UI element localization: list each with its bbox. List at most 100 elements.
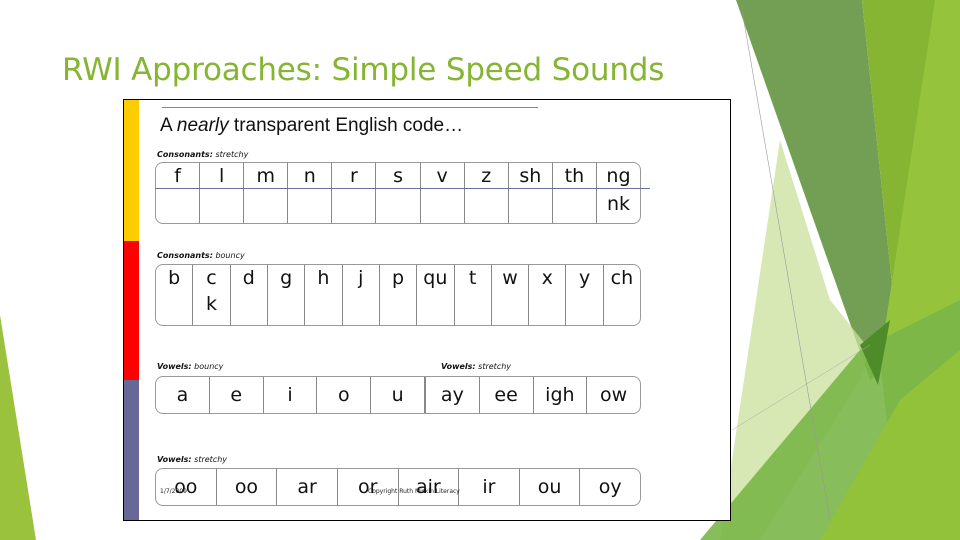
grid-vowels-bouncy: aeiou bbox=[156, 377, 424, 413]
sound-cell: qu bbox=[416, 265, 453, 325]
top-divider bbox=[162, 107, 538, 108]
sound-grapheme: a bbox=[176, 384, 189, 406]
sound-cell: sh bbox=[507, 163, 552, 223]
sound-cell: v bbox=[419, 163, 464, 223]
heading-emphasis: nearly bbox=[176, 115, 229, 136]
sound-cell: p bbox=[378, 265, 416, 325]
section-label-consonants-bouncy: Consonants: bouncy bbox=[157, 251, 245, 260]
red-color-strip bbox=[124, 241, 139, 380]
sound-grapheme: k bbox=[205, 293, 217, 315]
sound-grapheme: oo bbox=[174, 476, 198, 498]
left-green-wedge bbox=[0, 315, 36, 540]
sound-cell: ng nk bbox=[595, 163, 640, 223]
sound-grapheme: ee bbox=[494, 384, 518, 406]
sound-cell: h bbox=[304, 265, 341, 325]
sound-cell: f bbox=[156, 163, 199, 223]
sound-grapheme: nk bbox=[606, 193, 630, 215]
sound-grapheme: th bbox=[564, 165, 585, 187]
sound-grapheme: ow bbox=[600, 384, 628, 406]
sound-grapheme: e bbox=[230, 384, 243, 406]
sound-grapheme: o bbox=[337, 384, 350, 406]
sound-grapheme: i bbox=[287, 384, 293, 406]
slide-title: RWI Approaches: Simple Speed Sounds bbox=[62, 52, 665, 88]
sound-grapheme: air bbox=[415, 476, 441, 498]
sound-cell: z bbox=[463, 163, 508, 223]
sound-cell: t bbox=[453, 265, 491, 325]
sound-cell: g bbox=[266, 265, 304, 325]
sound-grapheme: m bbox=[256, 165, 275, 187]
sound-grapheme: y bbox=[578, 267, 591, 289]
grid-consonants-bouncy: b c k d g h j p qu t w x y ch bbox=[155, 264, 641, 326]
sound-cell: u bbox=[370, 377, 424, 413]
footer-copyright: Copyright Ruth Miskin Literacy bbox=[368, 488, 460, 495]
sound-grapheme: z bbox=[481, 165, 492, 187]
sound-grapheme: oy bbox=[598, 476, 622, 498]
sound-cell: oy bbox=[579, 469, 640, 505]
footer-date: 1/7/2009 bbox=[160, 488, 187, 495]
sound-grapheme: j bbox=[358, 267, 364, 289]
sound-cell: ee bbox=[478, 377, 533, 413]
sound-grapheme: ir bbox=[482, 476, 496, 498]
grid-vowels-stretchy-2: oo oo ar or air ir ou oy bbox=[155, 468, 641, 506]
sound-grapheme: b bbox=[168, 267, 181, 289]
sound-cell: e bbox=[208, 377, 263, 413]
sound-cell: ck bbox=[192, 265, 229, 325]
image-heading: A nearly transparent English code… bbox=[160, 115, 463, 137]
sound-grapheme: ay bbox=[440, 384, 464, 406]
sound-cell: th bbox=[551, 163, 596, 223]
sound-cell: j bbox=[341, 265, 379, 325]
sound-cell: r bbox=[331, 163, 375, 223]
sound-cell: y bbox=[565, 265, 602, 325]
sound-cell: d bbox=[229, 265, 267, 325]
sound-grapheme: ng bbox=[606, 165, 631, 187]
sound-grapheme: igh bbox=[545, 384, 575, 406]
section-label-vowels-stretchy: Vowels: stretchy bbox=[441, 362, 512, 371]
sound-grapheme: s bbox=[393, 165, 403, 187]
sound-cell: x bbox=[528, 265, 565, 325]
sound-cell: s bbox=[375, 163, 419, 223]
sound-grapheme: n bbox=[303, 165, 316, 187]
sound-cell: l bbox=[199, 163, 243, 223]
sound-cell: w bbox=[490, 265, 528, 325]
sound-grapheme: t bbox=[468, 267, 477, 289]
sound-grapheme: l bbox=[219, 165, 225, 187]
sound-cell: i bbox=[262, 377, 317, 413]
sound-cell: oo bbox=[215, 469, 277, 505]
sound-grapheme: ou bbox=[537, 476, 562, 498]
heading-prefix: A bbox=[160, 115, 177, 136]
sound-cell: m bbox=[243, 163, 287, 223]
sound-cell: air bbox=[397, 469, 459, 505]
sound-cell: ar bbox=[276, 469, 337, 505]
sound-grapheme: sh bbox=[519, 165, 542, 187]
sound-grapheme: v bbox=[436, 165, 448, 187]
sound-cell: ch bbox=[602, 265, 640, 325]
sound-grapheme: u bbox=[391, 384, 404, 406]
sound-cell: a bbox=[156, 377, 209, 413]
yellow-color-strip bbox=[124, 100, 139, 241]
section-label-vowels-bouncy: Vowels: bouncy bbox=[157, 362, 224, 371]
sound-grapheme: c bbox=[206, 267, 217, 289]
speed-sounds-chart-image: A nearly transparent English code… Conso… bbox=[123, 99, 731, 521]
sound-grapheme: d bbox=[242, 267, 255, 289]
sound-grapheme: x bbox=[541, 267, 553, 289]
sound-grapheme: ch bbox=[610, 267, 634, 289]
grid-midline bbox=[155, 188, 650, 189]
sound-cell: n bbox=[287, 163, 331, 223]
grid-consonants-stretchy: f l m n r s v z sh th ng nk bbox=[155, 162, 641, 224]
sound-cell: or bbox=[336, 469, 398, 505]
sound-grapheme: p bbox=[392, 267, 405, 289]
sound-cell: ir bbox=[458, 469, 519, 505]
grid-vowels: a e i o u ay ee igh ow bbox=[155, 376, 641, 414]
sound-cell: b bbox=[156, 265, 192, 325]
section-label-vowels-stretchy-2: Vowels: stretchy bbox=[157, 455, 228, 464]
section-label-consonants-stretchy: Consonants: stretchy bbox=[157, 150, 249, 159]
sound-grapheme: or bbox=[357, 476, 378, 498]
sound-cell: ay bbox=[426, 377, 479, 413]
sound-cell: ow bbox=[586, 377, 640, 413]
sound-grapheme: g bbox=[280, 267, 293, 289]
grid-vowels-stretchy: ay ee igh ow bbox=[424, 377, 640, 413]
heading-suffix: transparent English code… bbox=[228, 115, 464, 136]
sound-grapheme: ar bbox=[297, 476, 317, 498]
sound-cell: ou bbox=[518, 469, 580, 505]
sound-grapheme: r bbox=[350, 165, 358, 187]
